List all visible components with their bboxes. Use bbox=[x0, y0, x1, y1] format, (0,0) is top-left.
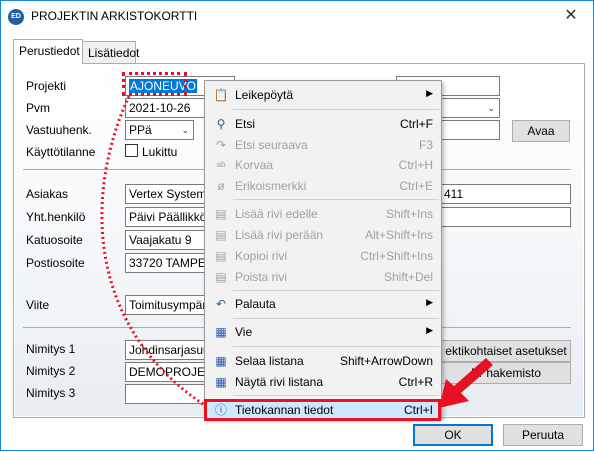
menu-label: Lisää rivi perään bbox=[235, 228, 324, 242]
menu-separator bbox=[233, 395, 439, 396]
menu-item-lisaa-rivi-peraan[interactable]: ▤ Lisää rivi perään Alt+Shift+Ins bbox=[207, 224, 439, 246]
menu-label: Palauta bbox=[235, 297, 276, 311]
menu-shortcut: Shift+Ins bbox=[385, 207, 433, 221]
menu-item-etsi[interactable]: ⚲ Etsi Ctrl+F bbox=[207, 113, 439, 135]
export-icon: ▦ bbox=[215, 325, 227, 339]
insert-row-below-icon: ▤ bbox=[215, 228, 227, 242]
menu-shortcut: Alt+Shift+Ins bbox=[364, 228, 433, 242]
menu-shortcut: Shift+ArrowDown bbox=[339, 354, 433, 368]
menu-item-erikoismerkki[interactable]: ø Erikoismerkki Ctrl+E bbox=[207, 175, 439, 197]
menu-label: Lisää rivi edelle bbox=[235, 207, 318, 221]
menu-item-palauta[interactable]: ↶ Palauta ▶ bbox=[207, 293, 439, 315]
menu-label: Erikoismerkki bbox=[235, 179, 307, 193]
submenu-arrow-icon: ▶ bbox=[426, 325, 433, 335]
menu-shortcut: Ctrl+H bbox=[398, 158, 433, 172]
menu-shortcut: Ctrl+F bbox=[400, 117, 433, 131]
menu-label: Vie bbox=[235, 325, 253, 339]
delete-row-icon: ▤ bbox=[215, 270, 227, 284]
menu-item-selaa-listana[interactable]: ▦ Selaa listana Shift+ArrowDown bbox=[207, 350, 439, 372]
menu-label: Korvaa bbox=[235, 158, 274, 172]
menu-separator bbox=[233, 199, 439, 200]
menu-shortcut: Shift+Del bbox=[383, 270, 433, 284]
replace-icon: ab bbox=[216, 160, 226, 169]
menu-shortcut: Ctrl+E bbox=[399, 179, 433, 193]
tab-perustiedot[interactable]: Perustiedot bbox=[13, 39, 83, 64]
insert-row-above-icon: ▤ bbox=[215, 207, 227, 221]
submenu-arrow-icon: ▶ bbox=[426, 88, 433, 98]
submenu-arrow-icon: ▶ bbox=[426, 297, 433, 307]
dialog-window: ED PROJEKTIN ARKISTOKORTTI ✕ Perustiedot… bbox=[0, 0, 594, 451]
menu-shortcut: F3 bbox=[418, 138, 433, 152]
menu-separator bbox=[233, 109, 439, 110]
menu-shortcut: Ctrl+Shift+Ins bbox=[360, 249, 433, 263]
menu-item-kopioi-rivi[interactable]: ▤ Kopioi rivi Ctrl+Shift+Ins bbox=[207, 245, 439, 267]
annotation-highlight-box bbox=[204, 399, 441, 421]
menu-item-nayta-rivi-listana[interactable]: ▦ Näytä rivi listana Ctrl+R bbox=[207, 371, 439, 393]
menu-label: Selaa listana bbox=[235, 354, 304, 368]
menu-item-leikepoyta[interactable]: 📋 Leikepöytä ▶ bbox=[207, 84, 439, 106]
annotation-arrow-icon bbox=[439, 358, 493, 408]
menu-label: Näytä rivi listana bbox=[235, 375, 324, 389]
menu-separator bbox=[233, 346, 439, 347]
menu-label: Etsi seuraava bbox=[235, 138, 308, 152]
menu-label: Leikepöytä bbox=[235, 88, 294, 102]
menu-item-etsi-seuraava[interactable]: ↷ Etsi seuraava F3 bbox=[207, 134, 439, 156]
list-row-icon: ▦ bbox=[215, 375, 227, 389]
menu-item-poista-rivi[interactable]: ▤ Poista rivi Shift+Del bbox=[207, 266, 439, 288]
context-menu: 📋 Leikepöytä ▶ ⚲ Etsi Ctrl+F ↷ Etsi seur… bbox=[204, 80, 442, 421]
menu-item-vie[interactable]: ▦ Vie ▶ bbox=[207, 321, 439, 343]
undo-icon: ↶ bbox=[215, 297, 227, 311]
list-icon: ▦ bbox=[215, 354, 227, 368]
menu-label: Etsi bbox=[235, 117, 256, 131]
menu-item-korvaa[interactable]: ab Korvaa Ctrl+H bbox=[207, 154, 439, 176]
find-next-icon: ↷ bbox=[215, 138, 227, 152]
menu-separator bbox=[233, 318, 439, 319]
menu-separator bbox=[233, 290, 439, 291]
menu-label: Kopioi rivi bbox=[235, 249, 288, 263]
copy-row-icon: ▤ bbox=[215, 249, 227, 263]
special-char-icon: ø bbox=[217, 179, 225, 193]
search-icon: ⚲ bbox=[216, 117, 226, 131]
menu-label: Poista rivi bbox=[235, 270, 288, 284]
clipboard-icon: 📋 bbox=[213, 88, 229, 102]
menu-item-lisaa-rivi-edelle[interactable]: ▤ Lisää rivi edelle Shift+Ins bbox=[207, 203, 439, 225]
menu-shortcut: Ctrl+R bbox=[398, 375, 433, 389]
